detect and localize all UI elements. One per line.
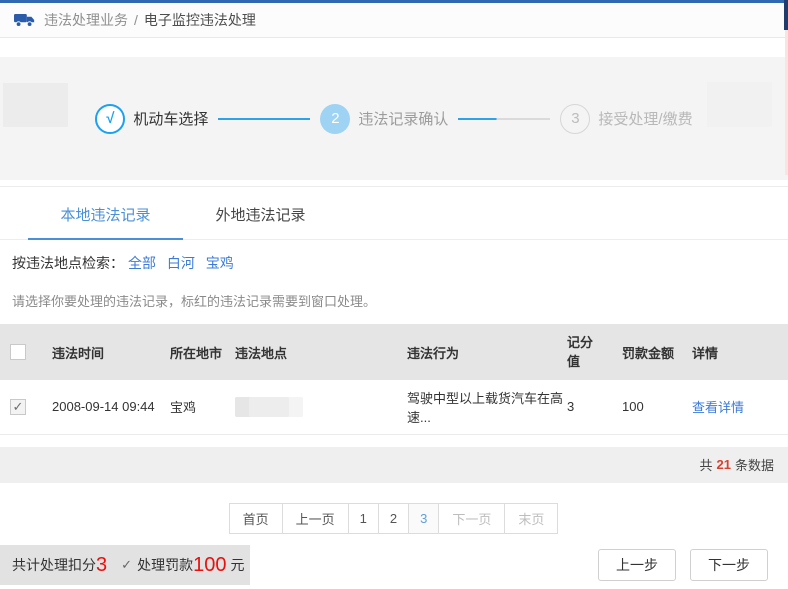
header-behavior: 违法行为 <box>405 324 565 380</box>
totals-box: 共计处理扣分 3 ✓ 处理罚款 100 元 <box>0 545 250 585</box>
view-detail-link[interactable]: 查看详情 <box>692 400 744 415</box>
records-panel: 本地违法记录 外地违法记录 按违法地点检索： 全部 白河 宝鸡 请选择你要处理的… <box>0 186 788 555</box>
step2-label: 违法记录确认 <box>358 108 448 129</box>
redacted-location <box>235 397 303 417</box>
page-first-button[interactable]: 首页 <box>229 503 283 534</box>
step1-check-icon: √ <box>95 104 125 134</box>
page-prev-button[interactable]: 上一页 <box>282 503 349 534</box>
step2-number: 2 <box>320 104 350 134</box>
pagination-area: 首页 上一页 1 2 3 下一页 末页 <box>0 483 788 555</box>
tab-nonlocal-records[interactable]: 外地违法记录 <box>183 187 338 239</box>
cell-fine: 100 <box>620 380 690 434</box>
deduct-points-value: 3 <box>96 555 107 575</box>
deduct-label: 共计处理扣分 <box>12 555 96 575</box>
redacted-block-right <box>707 82 772 127</box>
header-city: 所在地市 <box>168 324 233 380</box>
count-number: 21 <box>717 457 731 472</box>
footer-bar: 共计处理扣分 3 ✓ 处理罚款 100 元 上一步 下一步 <box>0 545 788 585</box>
table-header-row: 违法时间 所在地市 违法地点 违法行为 记分值 罚款金额 详情 <box>0 324 788 380</box>
fine-checkbox[interactable]: ✓ <box>119 558 134 573</box>
cell-points: 3 <box>565 380 620 434</box>
header-points: 记分值 <box>565 324 620 380</box>
step-connector-1 <box>218 118 310 120</box>
page-last-button: 末页 <box>504 503 558 534</box>
breadcrumb-separator: / <box>134 12 138 28</box>
violation-processing-page: 违法处理业务 / 电子监控违法处理 √ 机动车选择 2 违法记录确认 3 接受处… <box>0 0 788 589</box>
table-row: ✓ 2008-09-14 09:44 宝鸡 驾驶中型以上载货汽车在高速... 3… <box>0 380 788 434</box>
cell-time: 2008-09-14 09:44 <box>50 380 168 434</box>
page-2-button[interactable]: 2 <box>378 503 409 534</box>
step1-label: 机动车选择 <box>133 108 208 129</box>
page-next-button: 下一页 <box>438 503 505 534</box>
stepper-panel: √ 机动车选择 2 违法记录确认 3 接受处理/缴费 <box>0 57 788 180</box>
filter-label: 按违法地点检索： <box>12 253 124 273</box>
row-checkbox[interactable]: ✓ <box>10 399 26 415</box>
count-prefix: 共 <box>700 455 713 474</box>
stepper: √ 机动车选择 2 违法记录确认 3 接受处理/缴费 <box>95 104 692 134</box>
step3-label: 接受处理/缴费 <box>598 108 692 129</box>
page-1-button[interactable]: 1 <box>348 503 379 534</box>
count-suffix: 条数据 <box>735 455 774 474</box>
footer-buttons: 上一步 下一步 <box>598 549 768 581</box>
truck-icon <box>14 12 36 28</box>
filter-link-baihe[interactable]: 白河 <box>167 255 195 271</box>
edge-artifact-navy <box>784 0 788 30</box>
next-step-button[interactable]: 下一步 <box>690 549 768 581</box>
breadcrumb-current: 电子监控违法处理 <box>144 10 256 30</box>
cell-location <box>233 380 405 434</box>
cell-behavior: 驾驶中型以上载货汽车在高速... <box>405 380 565 434</box>
header-location: 违法地点 <box>233 324 405 380</box>
record-tabs: 本地违法记录 外地违法记录 <box>0 187 788 240</box>
step3-number: 3 <box>560 104 590 134</box>
redacted-block-left <box>3 83 68 127</box>
location-filter: 按违法地点检索： 全部 白河 宝鸡 <box>0 240 788 279</box>
cell-city: 宝鸡 <box>168 380 233 434</box>
fine-label: 处理罚款 <box>137 555 193 575</box>
tab-local-records[interactable]: 本地违法记录 <box>28 187 183 239</box>
step-accept-pay: 3 接受处理/缴费 <box>560 104 692 134</box>
select-all-checkbox[interactable] <box>10 344 26 360</box>
step-record-confirm: 2 违法记录确认 <box>320 104 448 134</box>
record-count-band: 共 21 条数据 <box>0 447 788 483</box>
breadcrumb-section[interactable]: 违法处理业务 <box>44 10 128 30</box>
fine-amount-value: 100 <box>193 555 226 575</box>
header-detail: 详情 <box>690 324 788 380</box>
page-3-button-current[interactable]: 3 <box>408 503 439 534</box>
violation-table: 违法时间 所在地市 违法地点 违法行为 记分值 罚款金额 详情 ✓ 2008-0… <box>0 324 788 435</box>
filter-link-all[interactable]: 全部 <box>128 255 156 271</box>
filter-link-baoji[interactable]: 宝鸡 <box>206 255 234 271</box>
breadcrumb: 违法处理业务 / 电子监控违法处理 <box>0 3 788 38</box>
header-fine: 罚款金额 <box>620 324 690 380</box>
prev-step-button[interactable]: 上一步 <box>598 549 676 581</box>
selection-notice: 请选择你要处理的违法记录，标红的违法记录需要到窗口处理。 <box>0 279 788 324</box>
fine-unit: 元 <box>231 555 245 575</box>
pagination: 首页 上一页 1 2 3 下一页 末页 <box>230 503 559 534</box>
step-connector-2 <box>458 118 550 120</box>
filter-links: 全部 白河 宝鸡 <box>128 253 241 273</box>
step-vehicle-select: √ 机动车选择 <box>95 104 208 134</box>
header-time: 违法时间 <box>50 324 168 380</box>
